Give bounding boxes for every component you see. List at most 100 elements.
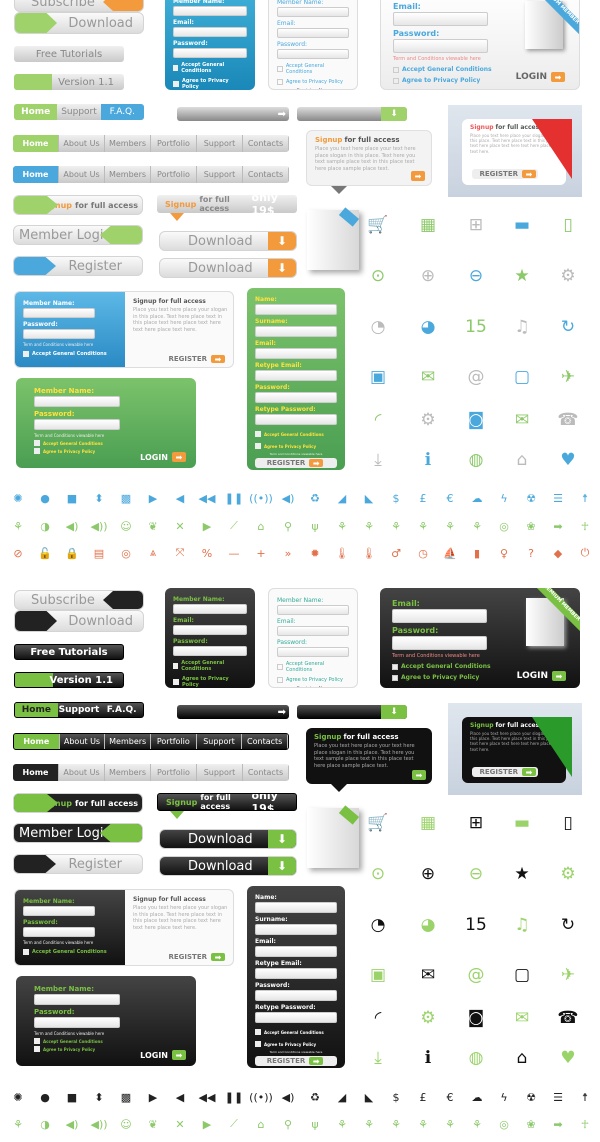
- blue-small-icon[interactable]: ☁: [469, 490, 485, 506]
- nav-item-members[interactable]: Members: [105, 166, 151, 183]
- green-small-icon[interactable]: ◑: [37, 518, 53, 534]
- privacy-checkbox[interactable]: Agree to Privacy Policy: [173, 676, 247, 688]
- green-small-icon[interactable]: ◀): [64, 1116, 80, 1132]
- monitor-icon[interactable]: ▢: [511, 366, 533, 388]
- free-tutorials-button[interactable]: Free Tutorials: [14, 644, 124, 660]
- camera-icon[interactable]: ▣: [367, 964, 389, 986]
- green-small-icon[interactable]: ⚲: [280, 518, 296, 534]
- green-small-icon[interactable]: ⟋: [226, 1116, 242, 1132]
- green-small-icon[interactable]: ☥: [577, 1116, 593, 1132]
- nav-item-aboutus[interactable]: About Us: [59, 764, 105, 781]
- nav-item-members[interactable]: Members: [105, 764, 151, 781]
- blue-small-icon[interactable]: ✺: [10, 490, 26, 506]
- accept-checkbox[interactable]: Accept General Conditions: [277, 63, 349, 75]
- register-now-button[interactable]: Register Now: [277, 88, 349, 89]
- register-button[interactable]: REGISTER ➡: [167, 354, 227, 364]
- green-small-icon[interactable]: ➡: [550, 1116, 566, 1132]
- red-small-icon[interactable]: %: [199, 545, 215, 561]
- checkbox-box[interactable]: [393, 77, 399, 84]
- accept-checkbox[interactable]: Accept General Conditions: [23, 949, 117, 955]
- nav-item-aboutus[interactable]: About Us: [59, 166, 105, 183]
- heart-icon[interactable]: ♥: [557, 1047, 579, 1069]
- nav-item-home[interactable]: Home: [13, 135, 59, 152]
- green-small-icon[interactable]: ▶: [199, 518, 215, 534]
- blue-small-icon[interactable]: ❚❚: [225, 490, 243, 506]
- member-login-button[interactable]: Member Login: [13, 225, 143, 245]
- blue-small-icon[interactable]: ◀◀: [199, 490, 216, 506]
- accept-checkbox[interactable]: Accept General Conditions: [173, 660, 247, 672]
- accept-checkbox[interactable]: Accept General Conditions: [34, 440, 178, 446]
- red-small-icon[interactable]: +: [253, 545, 269, 561]
- green-small-icon[interactable]: ◀)): [90, 1116, 107, 1132]
- checkbox-box[interactable]: [392, 663, 398, 670]
- login-button[interactable]: LOGIN ➡: [122, 1049, 188, 1061]
- red-small-icon[interactable]: ♀: [496, 545, 512, 561]
- green-small-icon[interactable]: ⌂: [253, 1116, 269, 1132]
- calculator-icon[interactable]: ▦: [417, 812, 439, 834]
- green-small-icon[interactable]: ◎: [496, 1116, 512, 1132]
- green-small-icon[interactable]: ❀: [523, 1116, 539, 1132]
- music-icon[interactable]: ♫: [511, 914, 533, 936]
- blue-small-icon[interactable]: ♻: [307, 1089, 323, 1105]
- member-login-button[interactable]: Member Login: [13, 823, 143, 843]
- red-small-icon[interactable]: ◆: [550, 545, 566, 561]
- blue-small-icon[interactable]: £: [415, 490, 431, 506]
- blue-small-icon[interactable]: ◢: [334, 1089, 350, 1105]
- red-small-icon[interactable]: ⛵: [442, 545, 458, 561]
- home-icon[interactable]: ⌂: [511, 1047, 533, 1069]
- text-input[interactable]: [392, 609, 487, 623]
- text-input[interactable]: [34, 419, 120, 430]
- chat-icon[interactable]: ◙: [465, 1007, 487, 1029]
- nav-item-contacts[interactable]: Contacts: [243, 764, 289, 781]
- green-small-icon[interactable]: ⚘: [10, 1116, 26, 1132]
- green-small-icon[interactable]: ☺: [118, 518, 134, 534]
- checkbox-box[interactable]: [392, 674, 398, 681]
- text-input[interactable]: [173, 625, 247, 635]
- settings-icon[interactable]: ⚙: [417, 1007, 439, 1029]
- blue-small-icon[interactable]: ☢: [523, 490, 539, 506]
- nav-item-members[interactable]: Members: [105, 734, 151, 749]
- accept-checkbox[interactable]: Accept General Conditions: [392, 663, 568, 670]
- blue-small-icon[interactable]: ⬍: [91, 1089, 107, 1105]
- download-orange-button[interactable]: Download ⬇: [159, 258, 297, 278]
- nav-item-contacts[interactable]: Contacts: [243, 166, 289, 183]
- red-small-icon[interactable]: 🔓: [37, 545, 53, 561]
- green-small-icon[interactable]: ⚘: [361, 1116, 377, 1132]
- text-input[interactable]: [392, 636, 487, 650]
- text-input[interactable]: [277, 647, 349, 657]
- nav-item-home[interactable]: Home: [13, 166, 59, 183]
- rss-icon[interactable]: ◜: [367, 409, 389, 431]
- blue-small-icon[interactable]: ▶: [145, 1089, 161, 1105]
- green-small-icon[interactable]: ☥: [577, 518, 593, 534]
- blue-small-icon[interactable]: ☰: [550, 1089, 566, 1105]
- red-small-icon[interactable]: ♂: [388, 545, 404, 561]
- red-small-icon[interactable]: ◎: [118, 545, 134, 561]
- blue-small-icon[interactable]: ◀◀: [199, 1089, 216, 1105]
- text-input[interactable]: [255, 414, 337, 425]
- nav-item-home[interactable]: Home: [13, 764, 59, 781]
- download-bar[interactable]: ⬇: [297, 107, 407, 121]
- subscribe-button[interactable]: Subscribe: [14, 590, 144, 610]
- green-small-icon[interactable]: ◀)): [90, 518, 107, 534]
- register-now-button[interactable]: Register Now: [277, 686, 349, 687]
- green-small-icon[interactable]: ⌂: [253, 518, 269, 534]
- red-small-icon[interactable]: ⤧: [172, 545, 188, 561]
- checkbox-box[interactable]: [255, 1041, 261, 1047]
- accept-checkbox[interactable]: Accept General Conditions: [34, 1038, 178, 1044]
- nav-item-support[interactable]: Support: [58, 703, 101, 717]
- checkbox-box[interactable]: [255, 443, 261, 449]
- green-small-icon[interactable]: ❦: [145, 1116, 161, 1132]
- blue-small-icon[interactable]: ◢: [334, 490, 350, 506]
- accept-checkbox[interactable]: Accept General Conditions: [255, 431, 337, 437]
- globe-icon[interactable]: ◍: [465, 449, 487, 471]
- text-input[interactable]: [255, 304, 337, 315]
- green-small-icon[interactable]: ⚘: [415, 1116, 431, 1132]
- nav-item-support[interactable]: Support: [57, 104, 100, 120]
- checkbox-box[interactable]: [34, 1038, 40, 1044]
- red-small-icon[interactable]: 🌡: [334, 545, 350, 561]
- nav-item-aboutus[interactable]: About Us: [59, 135, 105, 152]
- arrow-bar[interactable]: ➡: [177, 107, 289, 121]
- green-small-icon[interactable]: ⚘: [442, 1116, 458, 1132]
- nav-item-faq[interactable]: F.A.Q.: [100, 104, 144, 120]
- login-button[interactable]: LOGIN ➡: [498, 670, 568, 682]
